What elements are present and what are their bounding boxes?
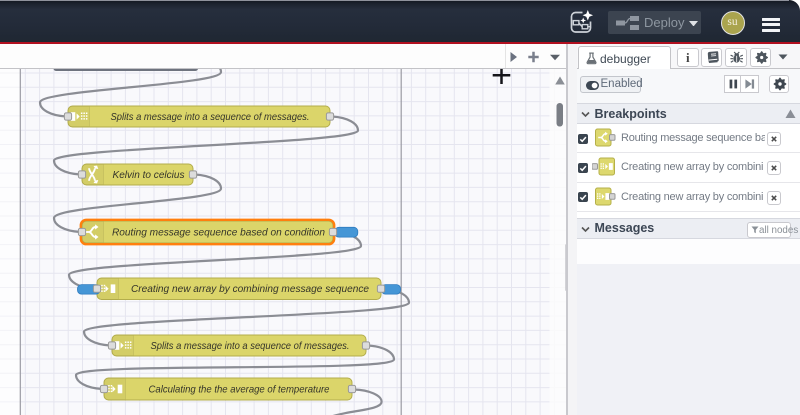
svg-text:Kelvin to celcius: Kelvin to celcius: [113, 170, 185, 181]
svg-text:Creating new array by combinin: Creating new array by combining message …: [131, 284, 369, 295]
svg-text:Splits a message into a sequen: Splits a message into a sequence of mess…: [111, 112, 310, 123]
svg-text:Calculating the the average of: Calculating the the average of temperatu…: [149, 385, 330, 396]
svg-text:Routing message sequence based: Routing message sequence based on condit…: [112, 228, 325, 239]
svg-text:Splits a message into a sequen: Splits a message into a sequence of mess…: [151, 341, 350, 352]
